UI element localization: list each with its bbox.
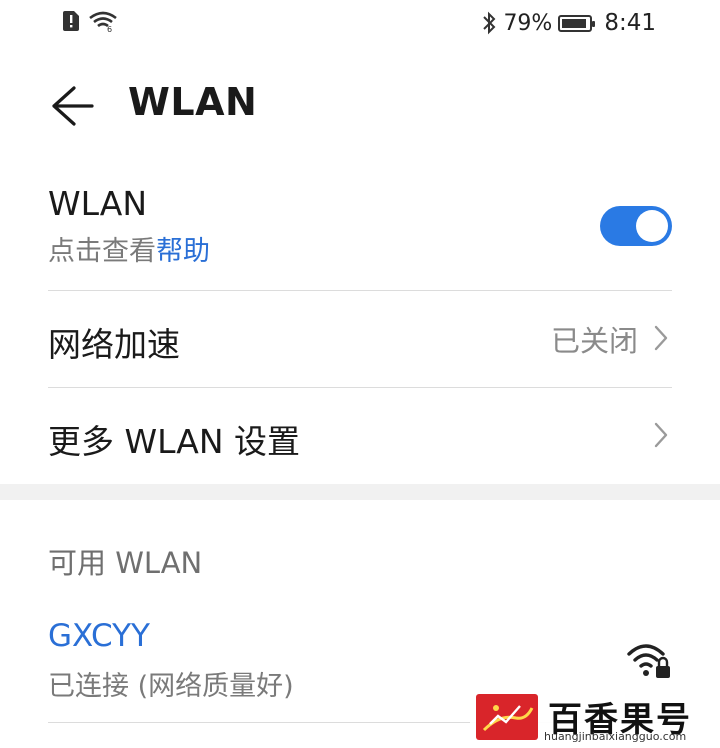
chevron-right-icon (654, 325, 668, 351)
svg-text:6: 6 (107, 25, 112, 32)
wlan-switch-knob (636, 210, 668, 242)
wlan-hint: 点击查看帮助 (48, 229, 672, 268)
available-wlan-header: 可用 WLAN (48, 540, 672, 582)
wlan-hint-text: 点击查看 (48, 236, 156, 267)
help-link[interactable]: 帮助 (156, 236, 210, 267)
network-accel-value: 已关闭 (550, 324, 638, 358)
network-accel-row[interactable]: 网络加速 已关闭 (48, 318, 672, 364)
network-name: GXCYY (48, 618, 150, 654)
section-title: 可用 WLAN (48, 546, 203, 580)
page-title: WLAN (128, 80, 258, 124)
more-wlan-settings-label: 更多 WLAN 设置 (48, 422, 301, 461)
clock: 8:41 (604, 10, 656, 36)
watermark-logo-icon (476, 694, 538, 740)
divider (48, 290, 672, 291)
sim-alert-icon (63, 11, 79, 31)
wlan-label: WLAN (48, 184, 148, 223)
wifi-status-icon: 6 (89, 11, 117, 32)
watermark-url: huangjinbaixiangguo.com (544, 730, 687, 743)
wlan-toggle-row[interactable]: WLAN 点击查看帮助 (48, 184, 672, 284)
wifi-locked-icon (627, 644, 670, 678)
battery-icon (558, 14, 596, 32)
divider (48, 387, 672, 388)
chevron-right-icon (654, 422, 668, 448)
battery-percent: 79% (503, 10, 553, 36)
back-arrow-icon[interactable] (46, 80, 98, 132)
app-header: WLAN (0, 60, 720, 150)
wlan-switch[interactable] (600, 206, 672, 246)
more-wlan-settings-row[interactable]: 更多 WLAN 设置 (48, 415, 672, 461)
watermark: 百香果号 huangjinbaixiangguo.com (470, 688, 720, 748)
section-separator (0, 484, 720, 500)
bluetooth-icon (483, 11, 496, 35)
status-bar: 6 79% 8:41 (0, 0, 720, 48)
